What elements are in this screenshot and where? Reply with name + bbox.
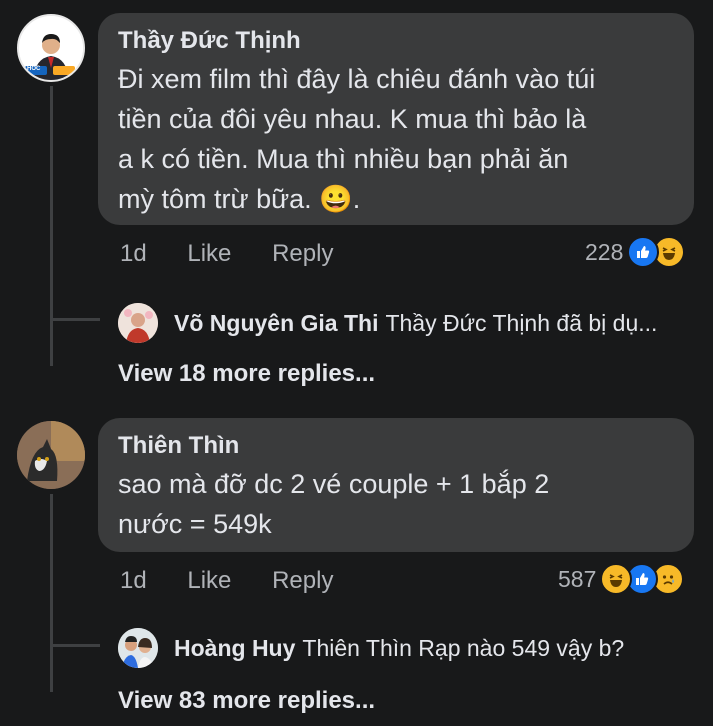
like-icon	[627, 236, 660, 268]
reply-avatar[interactable]	[118, 303, 158, 343]
like-button[interactable]: Like	[187, 567, 231, 595]
comment-time[interactable]: 1d	[120, 567, 147, 595]
thread-line-vertical	[50, 494, 53, 692]
comment-text-line: a k có tiền. Mua thì nhiều bạn phải ăn	[118, 144, 569, 174]
comment-text-line: mỳ tôm trừ bữa. 😀.	[118, 184, 361, 214]
thread-line-branch	[50, 644, 100, 647]
reply-avatar[interactable]	[118, 628, 158, 668]
reaction-summary[interactable]: 228	[585, 236, 686, 268]
reaction-count: 228	[585, 238, 624, 265]
comment-text-line: Đi xem film thì đây là chiêu đánh vào tú…	[118, 64, 596, 94]
reply-preview[interactable]: Hoàng Huy Thiên Thìn Rạp nào 549 vậy b?	[118, 628, 624, 668]
view-more-replies[interactable]: View 83 more replies...	[118, 687, 375, 715]
reply-button[interactable]: Reply	[272, 240, 333, 268]
avatar-thien-thin[interactable]	[17, 421, 85, 489]
avatar-cat-icon	[17, 421, 85, 489]
reply-text: Thiên Thìn Rạp nào 549 vậy b?	[302, 634, 625, 661]
comment-bubble: Thiên Thìn sao mà đỡ dc 2 vé couple + 1 …	[98, 418, 694, 552]
comment-text-line: nước = 549k	[118, 509, 272, 539]
comment-bubble: Thầy Đức Thịnh Đi xem film thì đây là ch…	[98, 13, 694, 225]
avatar-thay-duc-thinh[interactable]: HOC	[17, 14, 85, 82]
comment-text-line: sao mà đỡ dc 2 vé couple + 1 bắp 2	[118, 469, 550, 499]
thread-line-vertical	[50, 86, 53, 366]
thread-line-branch	[50, 318, 100, 321]
view-more-replies[interactable]: View 18 more replies...	[118, 360, 375, 388]
comment-actions: 1d Like Reply	[120, 240, 333, 268]
comment-actions: 1d Like Reply	[120, 567, 333, 595]
haha-icon	[600, 563, 633, 595]
reply-text: Thầy Đức Thịnh đã bị dụ...	[385, 309, 658, 336]
reply-author[interactable]: Võ Nguyên Gia Thi	[174, 310, 378, 337]
avatar-caption: HOC	[27, 66, 41, 72]
like-button[interactable]: Like	[187, 240, 231, 268]
reaction-count: 587	[558, 565, 597, 592]
comment-text-line: tiền của đôi yêu nhau. K mua thì bảo là	[118, 104, 587, 134]
reaction-summary[interactable]: 587	[558, 563, 685, 595]
reply-preview[interactable]: Võ Nguyên Gia Thi Thầy Đức Thịnh đã bị d…	[118, 303, 657, 343]
comment-time[interactable]: 1d	[120, 240, 147, 268]
comment-author[interactable]: Thiên Thìn	[118, 432, 694, 460]
reply-button[interactable]: Reply	[272, 567, 333, 595]
comment-author[interactable]: Thầy Đức Thịnh	[118, 27, 694, 55]
reply-author[interactable]: Hoàng Huy	[174, 635, 295, 662]
